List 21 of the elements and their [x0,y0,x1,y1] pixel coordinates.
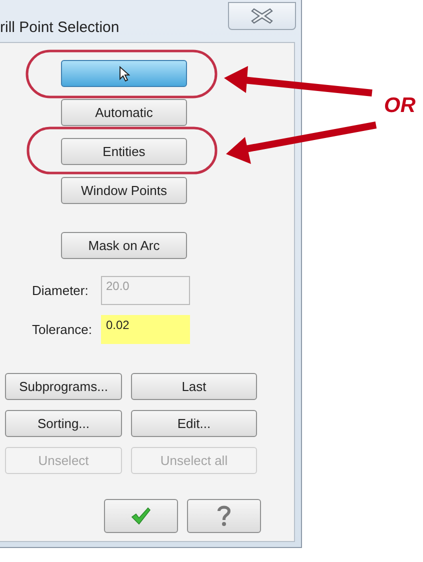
question-mark-icon [216,505,232,527]
annotation-text: OR [384,94,416,118]
selection-button[interactable]: Automatic [61,99,187,126]
field-label: Diameter: [31,282,90,300]
close-icon [251,8,273,24]
selection-button[interactable]: Entities [61,138,187,165]
mask-on-arc-button[interactable]: Mask on Arc [61,232,187,259]
close-button[interactable] [228,2,296,30]
cursor-icon [118,66,130,82]
field-label: Tolerance: [31,320,93,339]
selection-button[interactable] [61,60,187,87]
selection-button[interactable]: Window Points [61,177,187,204]
input-field[interactable]: 0.02 [101,315,190,344]
help-button[interactable] [187,499,261,533]
checkmark-icon [131,507,151,525]
action-button[interactable]: Edit... [131,410,257,437]
ok-button[interactable] [104,499,178,533]
action-button[interactable]: Sorting... [5,410,122,437]
window-title: rill Point Selection [0,18,120,38]
action-button[interactable]: Last [131,373,257,400]
action-button[interactable]: Subprograms... [5,373,122,400]
